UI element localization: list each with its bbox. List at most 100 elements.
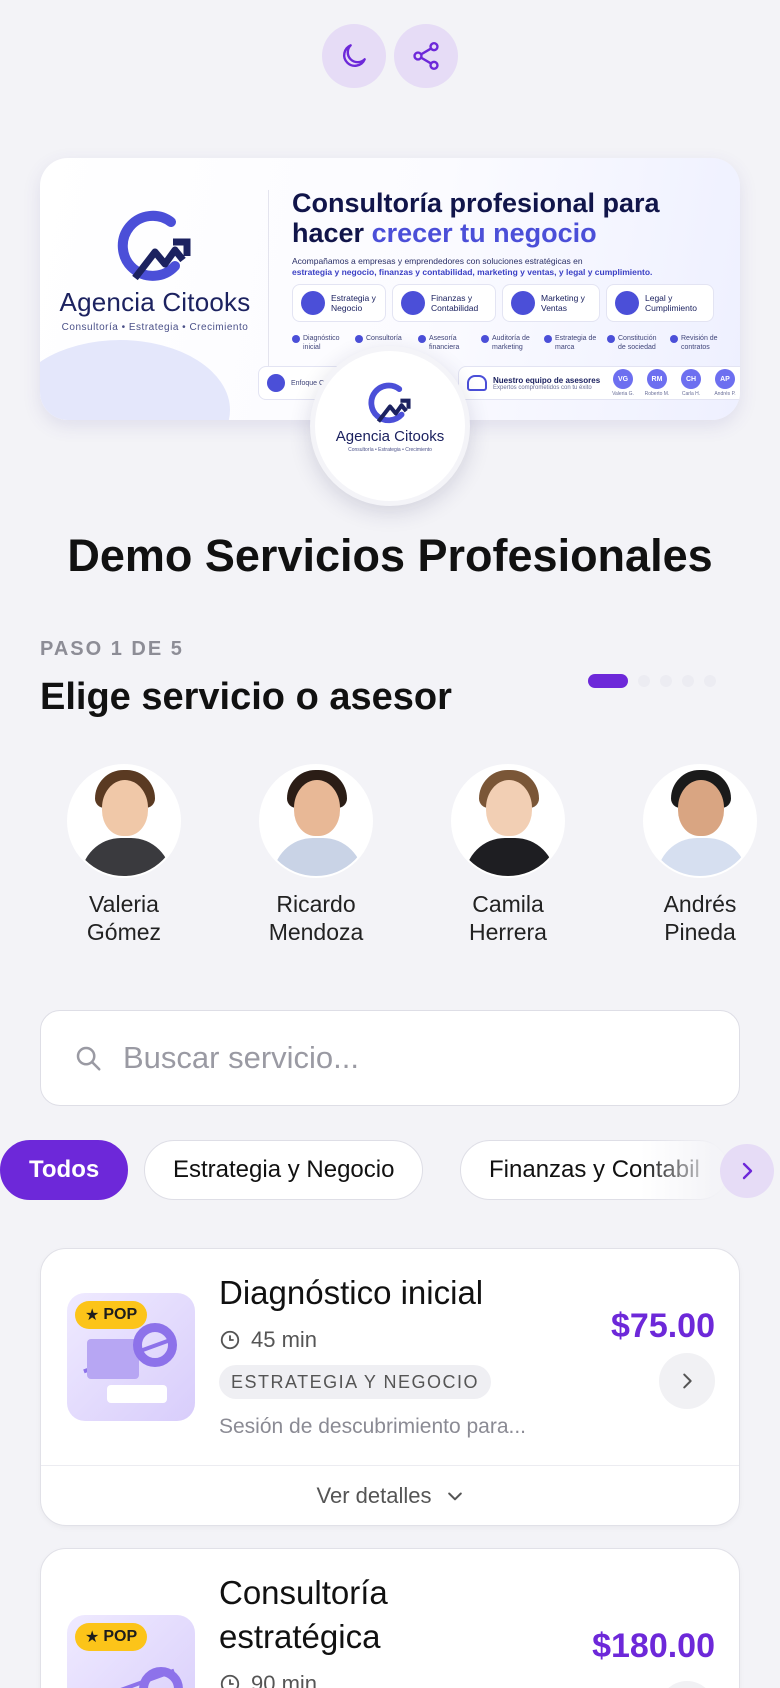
banner-check-label: Auditoría de marketing: [492, 335, 530, 351]
moon-icon: [343, 44, 366, 67]
users-icon: [467, 375, 487, 391]
avatar-initials: CH: [681, 369, 701, 389]
step-dot-active: [588, 674, 628, 688]
check-icon: [418, 335, 426, 343]
team-avatar: AP Andrés P.: [711, 369, 739, 397]
business-logo: Agencia Citooks Consultoría • Estrategia…: [310, 346, 470, 506]
advisor-photo: [451, 764, 565, 878]
view-details-button[interactable]: Ver detalles: [41, 1465, 739, 1525]
star-icon: ★: [85, 1629, 100, 1646]
banner-chip-label: Legal y Cumplimiento: [645, 293, 697, 313]
banner-chip: Finanzas y Contabilidad: [392, 284, 496, 322]
clock-icon: [220, 1330, 240, 1350]
advisor-last-name: Herrera: [469, 919, 547, 945]
step-title: Elige servicio o asesor: [40, 676, 452, 718]
headline-line-2: hacer crecer tu negocio: [292, 218, 732, 248]
check-icon: [607, 335, 615, 343]
target-icon: [301, 291, 325, 315]
banner-check: Revisión de contratos: [670, 334, 729, 352]
filter-scroll-next-button[interactable]: [720, 1144, 774, 1198]
subtext-line-1: Acompañamos a empresas y emprendedores c…: [292, 256, 583, 266]
advisor-photo-face: [102, 780, 148, 836]
avatar-name: Carla H.: [681, 391, 701, 397]
popular-badge: ★ POP: [75, 1301, 148, 1329]
advisor-card[interactable]: Ricardo Mendoza: [241, 764, 391, 946]
service-card[interactable]: ★ POP Diagnóstico inicial 45 min ESTRATEG…: [40, 1248, 740, 1526]
advisor-first-name: Valeria: [89, 891, 159, 917]
banner-check: Estrategia de marca: [544, 334, 603, 352]
banner-team: Nuestro equipo de asesores Expertos comp…: [458, 366, 740, 400]
service-card[interactable]: ★ POP Consultoría estratégica 90 min $180…: [40, 1548, 740, 1688]
banner-subtext: Acompañamos a empresas y emprendedores c…: [292, 256, 732, 278]
banner-check-label: Constitución de sociedad: [618, 335, 657, 351]
advisor-card[interactable]: Valeria Gómez: [49, 764, 199, 946]
advisor-photo: [259, 764, 373, 878]
avatar-initials: AP: [715, 369, 735, 389]
popular-badge-label: POP: [103, 1628, 138, 1645]
search-input[interactable]: [123, 1040, 683, 1076]
service-title: Consultoría estratégica: [219, 1571, 388, 1659]
service-title-line: Consultoría: [219, 1574, 388, 1611]
logo-tagline: Consultoría • Estrategia • Crecimiento: [348, 447, 432, 453]
advisor-name: Valeria Gómez: [49, 890, 199, 946]
service-duration-label: 45 min: [251, 1327, 318, 1352]
banner-chip-label: Finanzas y Contabilidad: [431, 293, 479, 313]
advisor-name: Ricardo Mendoza: [241, 890, 391, 946]
service-select-button[interactable]: [659, 1353, 715, 1409]
share-button[interactable]: [394, 24, 458, 88]
step-dot: [638, 675, 650, 687]
banner-service-chips: Estrategia y Negocio Finanzas y Contabil…: [292, 284, 714, 322]
step-dot: [660, 675, 672, 687]
service-price: $75.00: [611, 1307, 715, 1345]
brand-name: Agencia Citooks: [59, 287, 251, 317]
service-price: $180.00: [592, 1627, 715, 1665]
banner-check: Auditoría de marketing: [481, 334, 540, 352]
logo-icon: [368, 382, 411, 424]
category-filters: Todos Estrategia y Negocio Finanzas y Co…: [0, 1140, 780, 1200]
page-title: Demo Servicios Profesionales: [67, 530, 713, 581]
banner-hero: Consultoría profesional para hacer crece…: [292, 188, 732, 278]
check-icon: [292, 335, 300, 343]
filter-chip-all[interactable]: Todos: [0, 1140, 129, 1200]
star-icon: ★: [85, 1307, 100, 1324]
advisor-last-name: Mendoza: [268, 919, 364, 945]
advisor-photo-body: [273, 838, 363, 876]
avatar-name: Valeria G.: [612, 391, 634, 397]
service-category-badge: ESTRATEGIA Y NEGOCIO: [219, 1365, 492, 1399]
advisor-card[interactable]: Andrés Pineda: [625, 764, 775, 946]
advisor-first-name: Camila: [472, 891, 544, 917]
advisor-photo-body: [81, 838, 171, 876]
chevron-right-icon: [742, 1162, 753, 1180]
banner-check-label: Asesoría financiera: [429, 335, 460, 351]
popular-badge-label: POP: [103, 1306, 138, 1323]
banner-check-label: Diagnóstico inicial: [303, 335, 340, 351]
service-duration: 45 min: [219, 1327, 317, 1353]
banner-check: Constitución de sociedad: [607, 334, 666, 352]
advisor-name: Andrés Pineda: [625, 890, 775, 946]
advisor-photo-face: [486, 780, 532, 836]
filter-chip-strategy[interactable]: Estrategia y Negocio: [144, 1140, 424, 1200]
service-duration: 90 min: [219, 1671, 317, 1688]
advisor-card[interactable]: Camila Herrera: [433, 764, 583, 946]
megaphone-icon: [511, 291, 535, 315]
thumb-decor: [133, 1323, 177, 1367]
service-select-button[interactable]: [659, 1681, 715, 1688]
banner-check: Asesoría financiera: [418, 334, 477, 352]
chevron-down-icon: [448, 1492, 463, 1500]
shield-icon: [267, 374, 285, 392]
step-dot: [704, 675, 716, 687]
banner-divider: [268, 190, 269, 370]
scale-icon: [615, 291, 639, 315]
share-icon: [413, 42, 439, 70]
banner-chip-label: Marketing y Ventas: [541, 293, 585, 313]
avatar-initials: VG: [613, 369, 633, 389]
advisor-last-name: Pineda: [664, 919, 736, 945]
brand-tagline: Consultoría • Estrategia • Crecimiento: [61, 322, 249, 333]
subtext-line-2: estrategia y negocio, finanzas y contabi…: [292, 267, 653, 277]
banner-check: Diagnóstico inicial: [292, 334, 351, 352]
thumb-decor: [87, 1339, 139, 1379]
chevron-right-icon: [683, 1373, 692, 1389]
popular-badge: ★ POP: [75, 1623, 148, 1651]
team-avatars: VG Valeria G. RM Roberto M. CH Carla H. AP A…: [609, 369, 739, 397]
theme-toggle-button[interactable]: [322, 24, 386, 88]
